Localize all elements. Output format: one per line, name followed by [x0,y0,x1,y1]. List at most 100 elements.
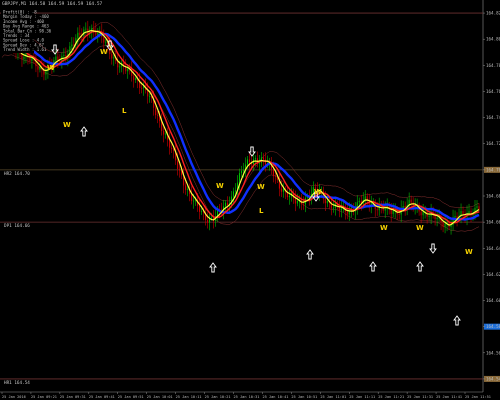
candle-body [207,219,209,223]
candle-body [63,55,65,57]
price-tick-label: 164.68 [486,194,500,199]
time-tick-label: 25 Jan 10:31 [234,395,260,399]
candle-body [177,160,179,169]
price-chart[interactable]: HR2 164.70 DP1 164.66 HR1 164.54 W W W W W W W W W… [0,0,500,400]
candle-body [234,190,237,192]
candle-body [185,185,187,190]
chart-background [0,0,500,400]
price-tick-label: 164.76 [486,89,500,94]
candle-body [163,130,165,135]
time-tick-label: 25 Jan 11:21 [378,395,404,399]
candle-body [282,189,284,192]
time-tick-label: 25 Jan 11:51 [465,395,491,399]
candle-body [57,56,59,61]
price-tick-label: 164.60 [486,298,500,303]
price-tick-label: 164.64 [486,246,500,251]
w-marker: W [416,224,424,232]
candle-body [165,133,167,135]
w-marker: W [257,183,265,191]
candle-body [436,217,438,220]
time-tick-label: 25 Jan 2016 [2,395,26,399]
candle-body [29,57,31,61]
candle-body [410,199,412,203]
candle-body [77,32,79,39]
candle-body [171,147,173,149]
candle-body [272,169,274,177]
candle-body [248,159,251,163]
level-label-bottom: HR1 164.54 [4,380,30,386]
info-line: Trend Width : 1.61 [3,47,47,52]
l-marker: L [122,107,127,115]
candle-body [187,189,189,190]
candle-body [468,210,470,214]
candle-body [113,57,115,59]
candle-body [280,188,282,192]
candle-body [422,211,424,216]
time-tick-label: 25 Jan 09:31 [60,395,86,399]
candle-body [226,202,229,206]
candle-body [39,66,41,70]
time-tick-label: 25 Jan 10:41 [262,395,288,399]
time-tick-label: 25 Jan 09:41 [89,395,115,399]
price-tick-label: 164.72 [486,141,500,146]
candle-body [296,200,298,204]
time-tick-label: 25 Jan 11:11 [349,395,375,399]
candle-body [23,56,25,60]
candle-body [326,200,328,204]
candle-body [135,77,137,81]
candle-body [476,206,478,208]
w-marker: W [465,248,473,256]
candle-body [224,202,227,207]
window-title: GBPJPY,M1 164.58 164.59 164.59 164.57 [2,1,103,7]
candle-body [199,205,201,212]
candle-body [155,107,157,116]
candle-body [55,56,57,61]
candle-body [111,54,113,59]
candle-body [133,76,135,81]
candle-body [258,162,261,164]
l-marker: L [259,207,264,215]
candle-body [274,176,276,177]
time-tick-label: 25 Jan 11:31 [407,395,433,399]
price-tick-label: 164.78 [486,63,500,68]
candle-body [340,208,342,211]
price-tick-label: 164.58 [486,324,500,329]
w-marker: W [216,182,224,190]
time-tick-label: 25 Jan 10:21 [205,395,231,399]
price-tick-label: 164.80 [486,37,500,42]
candle-body [105,41,107,43]
candle-body [31,58,33,61]
candle-body [85,28,87,30]
candle-body [302,204,304,205]
candle-body [240,170,243,174]
price-axis-labels: 164.82 164.80 164.78 164.76 164.74 164.72 164.… [483,11,500,382]
candle-body [358,200,360,203]
time-tick-label: 25 Jan 10:11 [176,395,202,399]
candle-body [428,216,430,217]
candle-body [93,28,95,31]
time-tick-label: 25 Jan 11:41 [436,395,462,399]
candle-body [37,66,39,70]
w-marker: W [380,224,388,232]
candle-body [454,216,456,218]
candle-body [462,211,464,215]
candle-body [332,207,334,209]
candle-body [288,196,290,198]
time-tick-label: 25 Jan 11:01 [320,395,346,399]
price-tick-label: 164.66 [486,220,500,225]
candle-body [402,205,404,209]
candle-body [238,173,241,183]
candle-body [141,87,143,89]
candle-body [324,198,326,204]
candle-body [179,168,181,171]
time-tick-label: 25 Jan 10:01 [147,395,173,399]
candle-body [211,217,213,219]
chart-window: HR2 164.70 DP1 164.66 HR1 164.54 W W W W W W W W W… [0,0,500,400]
info-panel: Profit(0) : -8Margin Today : -460Income … [1,9,52,53]
candle-body [420,211,422,216]
level-label-r2: HR2 164.70 [4,171,30,177]
candle-body [444,223,446,228]
candle-body [201,211,203,213]
price-tick-label: 164.62 [486,272,500,277]
candle-body [97,32,99,35]
